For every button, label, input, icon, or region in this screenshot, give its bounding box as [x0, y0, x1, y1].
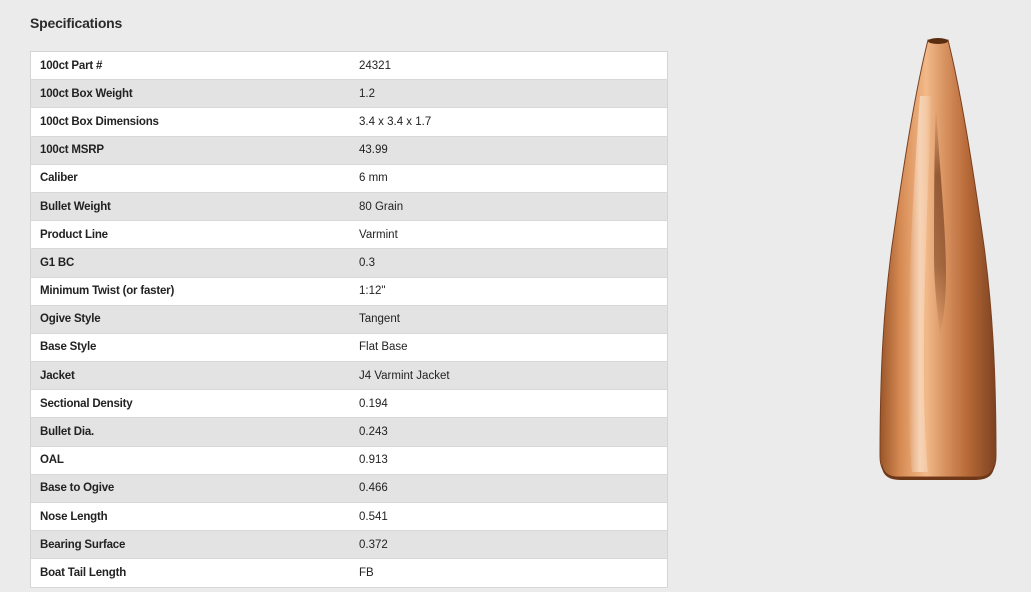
- spec-value: 3.4 x 3.4 x 1.7: [350, 107, 668, 137]
- spec-row: Nose Length 0.541: [30, 502, 668, 532]
- spec-value: 0.243: [350, 417, 668, 447]
- spec-value: 1.2: [350, 79, 668, 109]
- bullet-product-image: [870, 36, 1006, 480]
- spec-row: 100ct Part #24321: [30, 51, 668, 81]
- section-title: Specifications: [30, 15, 123, 31]
- spec-row: Bullet Weight 80 Grain: [30, 192, 668, 222]
- spec-label: Boat Tail Length: [30, 558, 350, 588]
- spec-label: 100ct Box Weight: [30, 79, 350, 109]
- spec-label: Sectional Density: [30, 389, 350, 419]
- spec-label: Nose Length: [30, 502, 350, 532]
- spec-row: Minimum Twist (or faster) 1:12": [30, 277, 668, 306]
- spec-row: Caliber 6 mm: [30, 164, 668, 193]
- spec-label: Ogive Style: [30, 305, 350, 334]
- spec-value: J4 Varmint Jacket: [350, 361, 668, 391]
- specifications-table: 100ct Part #24321 100ct Box Weight 1.2 100c…: [30, 51, 668, 588]
- spec-label: G1 BC: [30, 248, 350, 278]
- spec-label: Base to Ogive: [30, 474, 350, 504]
- spec-label: Bullet Dia.: [30, 417, 350, 447]
- spec-value: 0.466: [350, 474, 668, 504]
- spec-label: Jacket: [30, 361, 350, 391]
- spec-value: Tangent: [350, 305, 668, 334]
- specifications-table-body: 100ct Part #24321 100ct Box Weight 1.2 100c…: [30, 51, 668, 588]
- spec-value: 80 Grain: [350, 192, 668, 222]
- spec-row: 100ct MSRP 43.99: [30, 136, 668, 165]
- spec-row: OAL 0.913: [30, 446, 668, 475]
- spec-value: 24321: [350, 51, 668, 81]
- spec-value: FB: [350, 558, 668, 588]
- spec-value: Flat Base: [350, 333, 668, 363]
- spec-row: Base Style Flat Base: [30, 333, 668, 363]
- spec-label: Product Line: [30, 220, 350, 250]
- spec-label: Bullet Weight: [30, 192, 350, 222]
- spec-value: 0.3: [350, 248, 668, 278]
- spec-label: Caliber: [30, 164, 350, 193]
- spec-label: Bearing Surface: [30, 530, 350, 560]
- spec-value: 1:12": [350, 277, 668, 306]
- spec-row: 100ct Box Weight 1.2: [30, 79, 668, 109]
- spec-label: OAL: [30, 446, 350, 475]
- spec-label: Base Style: [30, 333, 350, 363]
- spec-row: G1 BC 0.3: [30, 248, 668, 278]
- spec-label: Minimum Twist (or faster): [30, 277, 350, 306]
- spec-row: Ogive Style Tangent: [30, 305, 668, 334]
- spec-value: 43.99: [350, 136, 668, 165]
- spec-row: Boat Tail Length FB: [30, 558, 668, 588]
- spec-row: Bearing Surface 0.372: [30, 530, 668, 560]
- spec-label: 100ct Part #: [30, 51, 350, 81]
- spec-value: 0.913: [350, 446, 668, 475]
- spec-row: Base to Ogive 0.466: [30, 474, 668, 504]
- spec-row: Sectional Density 0.194: [30, 389, 668, 419]
- spec-value: 0.194: [350, 389, 668, 419]
- spec-row: 100ct Box Dimensions 3.4 x 3.4 x 1.7: [30, 107, 668, 137]
- spec-value: 0.372: [350, 530, 668, 560]
- spec-label: 100ct MSRP: [30, 136, 350, 165]
- spec-row: Jacket J4 Varmint Jacket: [30, 361, 668, 391]
- spec-row: Product Line Varmint: [30, 220, 668, 250]
- bullet-illustration: [879, 38, 997, 480]
- spec-row: Bullet Dia. 0.243: [30, 417, 668, 447]
- spec-value: Varmint: [350, 220, 668, 250]
- specifications-page: Specifications 100ct Part #24321 100ct Bo…: [0, 0, 1031, 592]
- spec-value: 6 mm: [350, 164, 668, 193]
- bullet-tip: [928, 38, 948, 44]
- spec-value: 0.541: [350, 502, 668, 532]
- spec-label: 100ct Box Dimensions: [30, 107, 350, 137]
